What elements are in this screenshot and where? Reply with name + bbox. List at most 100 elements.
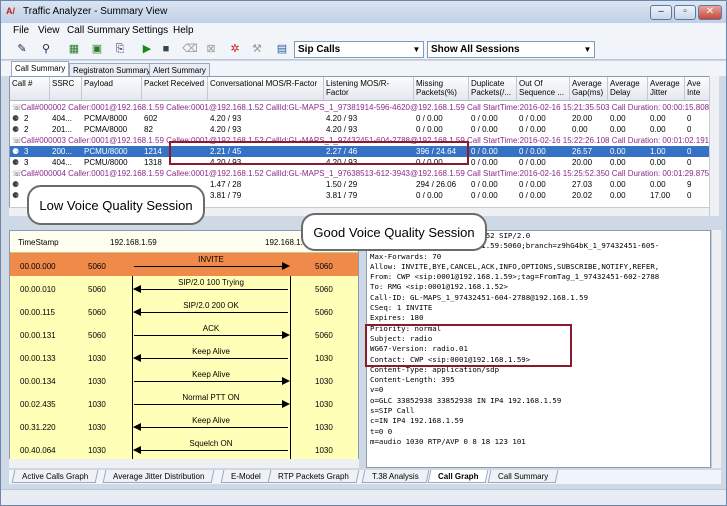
column-header[interactable]: Out Of Sequence ... xyxy=(517,77,570,101)
table-cell: PCMU/8000 xyxy=(84,147,128,156)
tab-call-summary[interactable]: Call Summary xyxy=(487,470,559,483)
table-vertical-scrollbar[interactable] xyxy=(709,76,719,216)
title-bar[interactable]: A/ Traffic Analyzer - Summary View – ▫ ✕ xyxy=(1,1,726,23)
message-timestamp: 00.00.131 xyxy=(20,331,56,340)
table-cell: 294 / 26.06 xyxy=(416,180,457,189)
column-header[interactable]: Average Jitter xyxy=(648,77,685,101)
ladder-message-row[interactable]: 00.40.064 1030 1030 Squelch ON xyxy=(10,437,358,460)
report-icon[interactable]: ⎘ xyxy=(111,41,129,57)
table-cell: 1.00 xyxy=(650,147,666,156)
ladder-message-row[interactable]: 00.00.010 5060 5060 SIP/2.0 100 Trying xyxy=(10,276,358,299)
menu-help[interactable]: Help xyxy=(173,25,194,36)
tab-rtp-packets-graph[interactable]: RTP Packets Graph xyxy=(267,470,360,483)
message-label: Normal PTT ON xyxy=(182,393,240,402)
tab-label: Call Graph xyxy=(438,472,479,481)
sip-detail-line: t=0 0 xyxy=(370,426,393,436)
sip-detail-line: v=0 xyxy=(370,385,384,395)
menu-call-summary[interactable]: Call Summary xyxy=(67,25,130,36)
table-cell: 1214 xyxy=(144,147,162,156)
message-label: Squelch ON xyxy=(189,439,233,448)
minimize-button[interactable]: – xyxy=(650,5,672,20)
right-port: 5060 xyxy=(315,285,333,294)
ladder-message-row[interactable]: 00.00.133 1030 1030 Keep Alive xyxy=(10,345,358,368)
stream-icon: ⚈ xyxy=(12,180,20,189)
session-filter-dropdown[interactable]: Show All Sessions ▼ xyxy=(427,41,595,58)
table-cell: 3.81 / 79 xyxy=(326,191,358,200)
table-cell: 20.02 xyxy=(572,191,593,200)
column-header[interactable]: Packet Received xyxy=(142,77,208,101)
stop-icon[interactable]: ■ xyxy=(157,41,175,57)
ladder-message-row[interactable]: 00.02.435 1030 1030 Normal PTT ON xyxy=(10,391,358,414)
arrow-right-icon xyxy=(282,377,290,385)
column-header[interactable]: Average Delay xyxy=(608,77,648,101)
stream-row[interactable]: ⚈ 2 201... PCMA/8000 82 4.20 / 93 4.20 / 93 0 /… xyxy=(10,124,710,135)
call-row[interactable]: ☏ Call#000004 Caller:0001@192.168.1.59 Ca… xyxy=(10,168,710,179)
tab-e-model[interactable]: E-Model xyxy=(220,470,272,483)
table-cell: 0 / 0.00 xyxy=(519,180,546,189)
play-icon[interactable]: ▶ xyxy=(138,41,156,57)
arrow-left-icon xyxy=(133,285,141,293)
table-cell: 0 xyxy=(687,158,692,167)
column-header[interactable]: Average Gap(ms) xyxy=(570,77,608,101)
sip-detail-line: To: RMG <sip:0001@192.168.1.52> xyxy=(370,282,508,292)
call-filter-dropdown[interactable]: Sip Calls ▼ xyxy=(294,41,424,58)
ladder-message-row[interactable]: 00.31.220 1030 1030 Keep Alive xyxy=(10,414,358,437)
session-filter-value: Show All Sessions xyxy=(431,44,520,55)
call-row-text: Call#000002 Caller:0001@192.168.1.59 Cal… xyxy=(21,103,710,112)
menu-settings[interactable]: Settings xyxy=(132,25,168,36)
tab-label: Average Jitter Distribution xyxy=(113,472,205,481)
window-title: Traffic Analyzer - Summary View xyxy=(23,6,168,17)
set-icon[interactable]: ✲ xyxy=(226,41,244,57)
message-label: SIP/2.0 100 Trying xyxy=(178,278,244,287)
close-button[interactable]: ✕ xyxy=(698,5,722,20)
tab-average-jitter-distribution[interactable]: Average Jitter Distribution xyxy=(102,470,215,483)
table-cell: 9 xyxy=(687,180,692,189)
tab-call-summary[interactable]: Call Summary xyxy=(11,61,70,76)
funnel-icon[interactable]: ⚒ xyxy=(248,41,266,57)
table-cell: 2 xyxy=(24,114,29,123)
tab-t-38-analysis[interactable]: T.38 Analysis xyxy=(361,470,430,483)
column-header[interactable]: Call # xyxy=(10,77,50,101)
message-arrow-line xyxy=(134,427,288,428)
message-arrow-line xyxy=(134,404,288,405)
new-analysis-icon[interactable]: ✎ xyxy=(13,41,31,57)
ladder-message-row[interactable]: 00.00.115 5060 5060 SIP/2.0 200 OK xyxy=(10,299,358,322)
ladder-message-row[interactable]: 00.00.134 1030 1030 Keep Alive xyxy=(10,368,358,391)
sip-detail-line: Allow: INVITE,BYE,CANCEL,ACK,INFO,OPTION… xyxy=(370,261,660,271)
sip-detail-line: CSeq: 1 INVITE xyxy=(370,303,433,313)
column-header[interactable]: Payload xyxy=(82,77,142,101)
maximize-button[interactable]: ▫ xyxy=(674,5,696,20)
left-port: 1030 xyxy=(88,446,106,455)
tab-alert-summary[interactable]: Alert Summary xyxy=(149,63,210,76)
ladder-message-row[interactable]: 00.00.131 5060 5060 ACK xyxy=(10,322,358,345)
good-quality-callout: Good Voice Quality Session xyxy=(301,213,487,251)
search-icon[interactable]: ⚲ xyxy=(37,41,55,57)
menu-file[interactable]: File xyxy=(13,25,29,36)
call-row-text: Call#000004 Caller:0001@192.168.1.59 Cal… xyxy=(21,169,710,178)
column-header[interactable]: Missing Packets(%) xyxy=(414,77,469,101)
ladder-message-row[interactable]: 00.00.000 5060 5060 INVITE xyxy=(10,253,358,276)
message-arrow-line xyxy=(134,450,288,451)
export-icon[interactable]: ▦ xyxy=(65,41,83,57)
column-header[interactable]: Listening MOS/R-Factor xyxy=(324,77,414,101)
left-endpoint-ip: 192.168.1.59 xyxy=(110,238,157,247)
table-cell: 404... xyxy=(52,158,73,167)
tab-active-calls-graph[interactable]: Active Calls Graph xyxy=(11,470,99,483)
menu-view[interactable]: View xyxy=(38,25,60,36)
save-icon[interactable]: ▣ xyxy=(88,41,106,57)
call-row[interactable]: ☏ Call#000002 Caller:0001@192.168.1.59 Ca… xyxy=(10,102,710,113)
column-header[interactable]: Conversational MOS/R-Factor xyxy=(208,77,324,101)
detail-vertical-scrollbar[interactable] xyxy=(711,230,721,468)
grid-icon[interactable]: ▤ xyxy=(273,41,291,57)
left-port: 5060 xyxy=(88,262,106,271)
tab-registration-summary[interactable]: Registraton Summary xyxy=(69,63,155,76)
right-port: 1030 xyxy=(315,354,333,363)
column-header[interactable]: SSRC xyxy=(50,77,82,101)
filter-icon[interactable]: ⊠ xyxy=(202,41,220,57)
table-cell: 1318 xyxy=(144,158,162,167)
clear-icon[interactable]: ⌫ xyxy=(181,41,199,57)
stream-row[interactable]: ⚈ 2 404... PCMA/8000 602 4.20 / 93 4.20 / 93 0 … xyxy=(10,113,710,124)
column-header[interactable]: Duplicate Packets(/... xyxy=(469,77,517,101)
tab-call-graph[interactable]: Call Graph xyxy=(427,470,489,483)
ladder-horizontal-scrollbar[interactable] xyxy=(9,459,359,468)
